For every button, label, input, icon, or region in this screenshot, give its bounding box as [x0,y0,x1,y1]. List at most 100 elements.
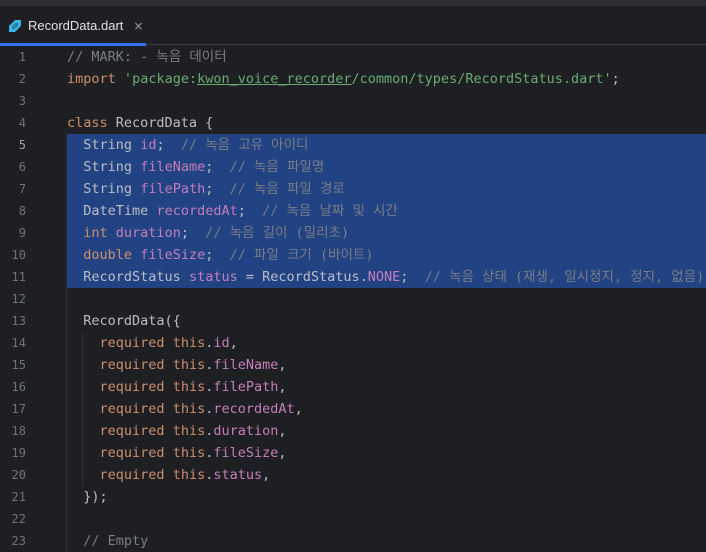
required-keyword: required [99,401,165,417]
code-line-8: DateTime recordedAt; // 녹음 날짜 및 시간 [67,200,398,222]
package-scheme: package: [132,71,198,87]
type-name: double [83,247,133,263]
comment: // 녹음 날짜 및 시간 [262,203,398,219]
type-name: String [83,159,133,175]
tab-label: RecordData.dart [28,18,124,33]
code-line-7: String filePath; // 녹음 파일 경로 [67,178,345,200]
semicolon: ; [611,71,620,87]
line-number: 21 [11,490,26,504]
field-name: duration [213,423,279,439]
package-name: kwon_voice_recorder [197,71,352,87]
field-name: fileName [140,159,206,175]
line-number: 16 [11,380,26,394]
import-keyword: import [67,71,116,87]
line-number: 2 [18,72,26,86]
line-number: 11 [11,270,26,284]
comment: // 녹음 길이 (밀리초) [205,225,350,241]
this-keyword: this [172,357,206,373]
tab-recorddata-dart[interactable]: RecordData.dart × [0,6,146,46]
line-number: 20 [11,468,26,482]
code-line-23: // Empty [67,530,148,552]
this-keyword: this [172,445,206,461]
constructor-open: RecordData({ [83,313,181,329]
code-line-21: }); [67,486,108,508]
code-line-19: required this.fileSize, [99,445,287,461]
this-keyword: this [172,379,206,395]
line-number: 3 [18,94,26,108]
type-name: DateTime [83,203,149,219]
line-number: 8 [18,204,26,218]
comment: // Empty [83,533,149,549]
code-line-15: required this.fileName, [99,357,287,373]
semicolon: ; [237,203,246,219]
code-line-9: int duration; // 녹음 길이 (밀리초) [67,222,349,244]
code-line-13: RecordData({ [67,310,181,332]
line-number: 14 [11,336,26,350]
line-number: 6 [18,160,26,174]
field-name: fileName [213,357,279,373]
semicolon: ; [205,181,214,197]
constructor-close: }); [83,489,108,505]
close-icon[interactable]: × [133,20,143,32]
code-line-17: required this.recordedAt, [99,401,303,417]
comment: // 파일 크기 (바이트) [229,247,374,263]
code-editor[interactable]: 1 2 3 4 5 6 7 8 9 10 11 12 13 14 15 16 1… [0,46,706,552]
type-name: String [83,181,133,197]
line-number: 10 [11,248,26,262]
code-line-16: required this.filePath, [99,379,287,395]
line-number-current: 5 [18,138,26,152]
comment: // 녹음 파일명 [229,159,325,175]
code-line-1: // MARK: - 녹음 데이터 [67,46,227,68]
comment: // MARK: - 녹음 데이터 [67,49,227,65]
field-name: fileSize [140,247,206,263]
comment: // 녹음 상태 (재생, 일시정지, 정지, 없음) [424,269,705,285]
required-keyword: required [99,335,165,351]
semicolon: ; [205,247,214,263]
semicolon: ; [205,159,214,175]
string-quote: ' [123,71,133,87]
field-name: fileSize [213,445,279,461]
this-keyword: this [172,335,206,351]
code-line-20: required this.status, [99,467,271,483]
line-number: 13 [11,314,26,328]
code-line-5: String id; // 녹음 고유 아이디 [67,134,308,156]
field-name: filePath [140,181,206,197]
code-line-14: required this.id, [99,335,238,351]
line-number: 9 [18,226,26,240]
type-name: String [83,137,133,153]
required-keyword: required [99,467,165,483]
dart-icon [9,19,21,32]
line-number: 7 [18,182,26,196]
enum-value: NONE [367,269,401,285]
field-name: status [213,467,263,483]
code-line-6: String fileName; // 녹음 파일명 [67,156,324,178]
class-keyword: class [67,115,108,131]
line-number: 1 [18,50,26,64]
required-keyword: required [99,357,165,373]
comment: // 녹음 고유 아이디 [180,137,309,153]
semicolon: ; [400,269,409,285]
type-name: int [83,225,108,241]
line-number: 17 [11,402,26,416]
line-number: 4 [18,116,26,130]
field-name: duration [115,225,181,241]
code-line-4: class RecordData { [67,112,213,134]
field-name: id [213,335,230,351]
line-number: 15 [11,358,26,372]
semicolon: ; [156,137,165,153]
this-keyword: this [172,423,206,439]
required-keyword: required [99,445,165,461]
line-number: 12 [11,292,26,306]
semicolon: ; [180,225,189,241]
field-name: recordedAt [213,401,295,417]
type-name: RecordStatus [83,269,181,285]
this-keyword: this [172,401,206,417]
field-name: recordedAt [156,203,238,219]
line-number: 22 [11,512,26,526]
assignment: = RecordStatus. [237,269,368,285]
required-keyword: required [99,379,165,395]
code-line-10: double fileSize; // 파일 크기 (바이트) [67,244,373,266]
code-line-18: required this.duration, [99,423,287,439]
field-name: filePath [213,379,279,395]
line-number: 19 [11,446,26,460]
